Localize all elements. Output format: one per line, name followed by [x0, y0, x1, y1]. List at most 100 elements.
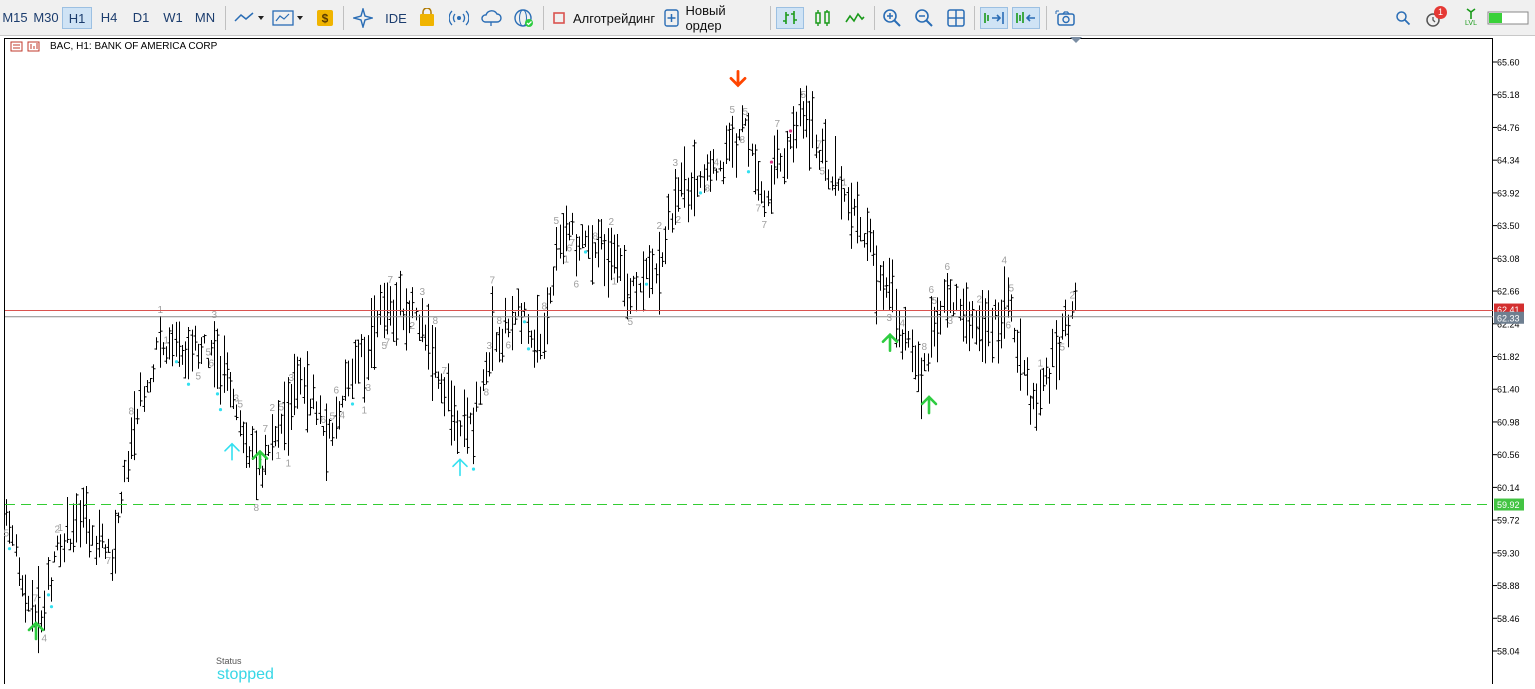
price-tick-label: 61.40 [1497, 385, 1520, 395]
count-label: 7 [33, 593, 39, 604]
signal-dot [49, 605, 54, 609]
price-tick-label: 60.14 [1497, 483, 1520, 493]
price-tick-label: 65.60 [1497, 58, 1520, 68]
sell-arrow-icon [729, 69, 747, 88]
buy-signal-arrow-icon [224, 442, 240, 461]
price-tick-label: 58.04 [1497, 647, 1520, 657]
count-label: 5 [820, 166, 826, 177]
deposit-button[interactable]: $ [314, 7, 336, 29]
count-labels: 57421781155633587215136 564 13577238783786… [4, 90, 1076, 645]
line-mode-button[interactable] [842, 7, 868, 29]
bar-chart-mode-button[interactable] [776, 7, 804, 29]
count-label: 4 [714, 157, 720, 168]
auto-scroll-icon [984, 12, 1004, 24]
chart-title: BAC, H1: BANK OF AMERICA CORP [50, 41, 218, 52]
count-label: 1 [362, 406, 368, 417]
zoom-in-button[interactable] [880, 7, 904, 29]
price-tick-label: 64.34 [1497, 156, 1520, 166]
algotrading-button[interactable]: Алготрейдинг [551, 7, 657, 29]
signals-button[interactable] [352, 7, 374, 29]
timeframe-m30[interactable]: M30 [31, 7, 61, 29]
signal-level-indicator[interactable]: LVL [1460, 7, 1482, 29]
signal-dot [174, 360, 179, 364]
scroll-position-marker [1070, 37, 1082, 43]
count-label: 1 [286, 459, 292, 470]
buy-arrow-icon [881, 332, 899, 352]
count-label: 6 [506, 340, 512, 351]
tile-windows-button[interactable] [944, 7, 968, 29]
stop-square-icon [553, 12, 565, 24]
count-label: 7 [756, 204, 762, 215]
candlestick-mode-button[interactable] [810, 7, 836, 29]
search-button[interactable] [1392, 7, 1414, 29]
count-label: 1 [164, 335, 170, 346]
price-tick-label: 60.98 [1497, 417, 1520, 427]
count-label: 8 [129, 406, 135, 417]
count-label: 7 [490, 275, 496, 286]
notifications-button[interactable]: 1 [1422, 6, 1450, 29]
count-label: 5 [206, 347, 212, 358]
signal-dot [526, 347, 531, 351]
count-label: 2 [1070, 290, 1076, 301]
dollar-icon: $ [317, 10, 333, 26]
price-tick-label: 59.72 [1497, 516, 1520, 526]
antenna-icon [1466, 8, 1476, 19]
signal-dot-magenta [769, 160, 774, 164]
count-label: 8 [740, 135, 746, 146]
timeframe-m15[interactable]: M15 [0, 7, 30, 29]
count-label: 3 [289, 373, 295, 384]
count-label: 7 [817, 139, 823, 150]
timeframe-mn[interactable]: MN [190, 7, 220, 29]
template-icon [272, 10, 303, 26]
count-label: 1 [1038, 359, 1044, 370]
count-label: 4 [900, 318, 906, 329]
count-label: 5 [730, 105, 736, 116]
chart-shift-button[interactable] [1012, 7, 1040, 29]
timeframe-h1[interactable]: H1 [62, 7, 92, 29]
count-label: 5 [196, 372, 202, 383]
count-label: 4 [1002, 255, 1008, 266]
count-label: 8 [497, 316, 503, 327]
market-button[interactable] [416, 7, 438, 29]
auto-scroll-button[interactable] [980, 7, 1008, 29]
count-label: 6 [1006, 321, 1012, 332]
signal-broadcast-button[interactable] [448, 7, 470, 29]
signal-arrows [27, 69, 938, 641]
templates-menu-button[interactable] [270, 7, 306, 29]
toolbar: M15 M30 H1 H4 D1 W1 MN $ IDE Алготрейдин… [0, 0, 1535, 36]
count-label: 2 [609, 217, 615, 228]
price-tick-label: 62.66 [1497, 287, 1520, 297]
timeframe-h4[interactable]: H4 [94, 7, 124, 29]
ide-button[interactable]: IDE [382, 7, 410, 29]
strategy-tester-button[interactable] [512, 7, 536, 29]
screenshot-button[interactable] [1054, 7, 1078, 29]
zoom-out-button[interactable] [912, 7, 936, 29]
count-label: 2 [657, 221, 663, 232]
count-label: 8 [542, 302, 548, 313]
signal-dot [698, 191, 703, 195]
sparkle-icon [353, 8, 373, 28]
timeframe-d1[interactable]: D1 [126, 7, 156, 29]
connection-status-bar [1486, 7, 1530, 29]
indicators-menu-button[interactable] [232, 7, 266, 29]
signal-dot [583, 250, 588, 254]
count-label: 5 [238, 399, 244, 410]
price-tick-label: 60.56 [1497, 450, 1520, 460]
price-axis[interactable]: 65.60 65.18 64.76 64.34 63.92 63.50 63.08 62.66… [1493, 58, 1520, 657]
count-label: 5 [554, 216, 560, 227]
count-label: 3 [420, 287, 426, 298]
count-label: 5 [1060, 343, 1066, 354]
count-label: 5 [801, 90, 807, 101]
timeframe-w1[interactable]: W1 [158, 7, 188, 29]
count-label: 8 [705, 184, 711, 195]
count-label: 1 [564, 254, 570, 265]
count-label: 7 [442, 366, 448, 377]
count-label: 6 [209, 358, 215, 369]
chart-canvas[interactable]: 65.60 65.18 64.76 64.34 63.92 63.50 63.08 62.66… [0, 36, 1535, 689]
zigzag-line-icon [845, 12, 865, 23]
count-label: 5 [932, 296, 938, 307]
price-tick-label: 59.30 [1497, 548, 1520, 558]
vps-button[interactable] [479, 7, 503, 29]
price-chart[interactable]: 65.60 65.18 64.76 64.34 63.92 63.50 63.08 62.66… [0, 36, 1535, 689]
new-order-button[interactable]: Новый ордер [663, 3, 763, 33]
